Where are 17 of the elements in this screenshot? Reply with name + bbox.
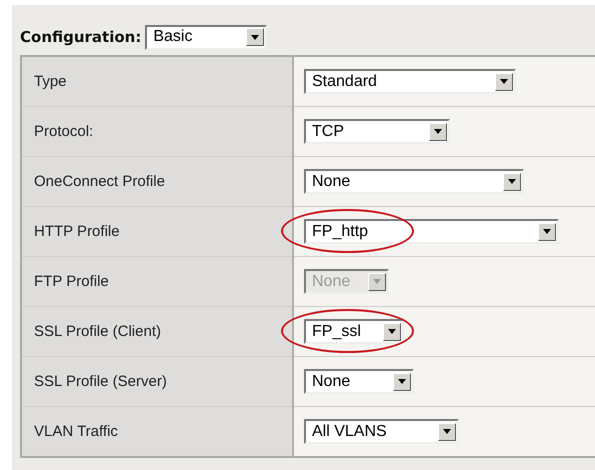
field-label: FTP Profile (34, 273, 109, 290)
field-label: SSL Profile (Client) (34, 323, 161, 340)
dropdown[interactable]: All VLANS (304, 419, 459, 444)
field-label: VLAN Traffic (34, 423, 118, 440)
dropdown[interactable]: None (304, 369, 414, 394)
dropdown[interactable]: FP_ssl (304, 319, 404, 344)
field-label: HTTP Profile (34, 223, 120, 240)
dropdown[interactable]: FP_http (304, 219, 559, 244)
dropdown[interactable]: TCP (304, 119, 450, 144)
field-label: OneConnect Profile (34, 173, 165, 190)
dropdown[interactable]: Standard (304, 69, 516, 94)
field-label: Protocol: (34, 123, 94, 140)
field-label: SSL Profile (Server) (34, 373, 167, 390)
configuration-label: Configuration: (20, 28, 142, 46)
dropdown[interactable]: None (304, 169, 524, 194)
configuration-dropdown[interactable]: Basic (145, 24, 268, 50)
field-label: Type (34, 73, 67, 90)
